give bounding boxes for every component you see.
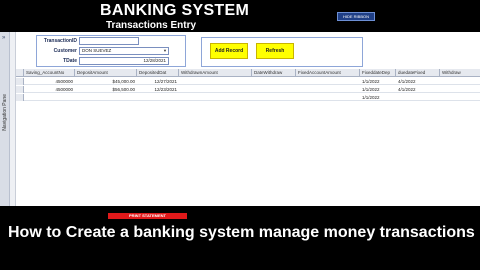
deposited-date-cell[interactable]: 12/27/2021 [137,78,179,85]
action-buttons-group: Add Record Refresh [201,37,363,67]
deposit-cell[interactable] [75,94,137,101]
column-header[interactable]: DateWithdraw [252,69,296,77]
add-record-button[interactable]: Add Record [210,43,248,59]
due-date-cell[interactable] [396,94,440,101]
chevron-right-icon[interactable]: » [2,35,5,41]
deposit-cell[interactable]: $56,500.00 [75,86,137,93]
account-cell[interactable] [24,94,75,101]
withdrawn-cell[interactable] [179,94,252,101]
datasheet-header: Saving_AccountNo DepositAmount Deposited… [16,69,480,77]
transaction-id-label: TransactionID [43,38,77,44]
transaction-id-field[interactable] [79,37,139,45]
tdate-label: TDate [63,58,77,64]
customer-label: Customer [53,48,77,54]
print-statement-button[interactable]: PRINT STATEMENT [108,213,187,219]
column-header[interactable]: Withdraw [440,69,480,77]
date-withdraw-cell[interactable] [252,86,296,93]
fixed-date-cell[interactable]: 1/1/2022 [360,78,396,85]
navigation-pane[interactable]: » Navigation Pane [0,32,10,206]
fixed-amount-cell[interactable] [296,78,360,85]
due-date-cell[interactable]: 4/1/2022 [396,86,440,93]
deposited-date-cell[interactable]: 12/23/2021 [137,86,179,93]
column-header[interactable]: WithdrawnAmount [179,69,252,77]
transactions-datasheet: Saving_AccountNo DepositAmount Deposited… [16,69,480,206]
tdate-field[interactable]: 12/28/2021 [79,57,169,65]
app-title: BANKING SYSTEM [100,2,250,19]
fixed-date-cell[interactable]: 1/1/2022 [360,94,396,101]
chevron-down-icon[interactable]: ▼ [162,48,168,54]
row-selector[interactable] [16,86,24,93]
fixed-amount-cell[interactable] [296,94,360,101]
date-withdraw-cell[interactable] [252,78,296,85]
column-header[interactable]: DepositedDat [137,69,179,77]
fixed-amount-cell[interactable] [296,86,360,93]
column-header[interactable]: FixeddateDep [360,69,396,77]
column-header[interactable]: Saving_AccountNo [24,69,75,77]
table-row[interactable]: 4500000 $45,000.00 12/27/2021 1/1/2022 4… [16,78,480,85]
row-selector[interactable] [16,94,24,101]
withdraw-cell[interactable] [440,86,480,93]
select-all-corner[interactable] [16,69,24,77]
table-row[interactable]: 1/1/2022 [16,94,480,101]
navigation-pane-label: Navigation Pane [2,94,8,131]
app-header: BANKING SYSTEM Transactions Entry HIDE R… [0,0,480,32]
hide-ribbon-button[interactable]: HIDE RIBBON [337,12,375,21]
app-subtitle: Transactions Entry [106,20,197,31]
workspace: » Navigation Pane TransactionID Customer… [0,32,480,206]
customer-value: DON SUEVEZ [82,48,112,53]
column-header[interactable]: FixedAccountAmount [296,69,360,77]
account-cell[interactable]: 4500000 [24,86,75,93]
due-date-cell[interactable]: 4/1/2022 [396,78,440,85]
column-header[interactable]: duedateFixed [396,69,440,77]
column-header[interactable]: DepositAmount [75,69,137,77]
refresh-button[interactable]: Refresh [256,43,294,59]
transaction-fields-group: TransactionID Customer DON SUEVEZ ▼ TDat… [36,35,186,67]
form-header: TransactionID Customer DON SUEVEZ ▼ TDat… [16,32,480,68]
deposited-date-cell[interactable] [137,94,179,101]
fixed-date-cell[interactable]: 1/1/2022 [360,86,396,93]
date-withdraw-cell[interactable] [252,94,296,101]
caption-bar: PRINT STATEMENT How to Create a banking … [0,206,480,270]
deposit-cell[interactable]: $45,000.00 [75,78,137,85]
row-selector[interactable] [16,78,24,85]
video-caption: How to Create a banking system manage mo… [8,224,475,241]
withdraw-cell[interactable] [440,94,480,101]
account-cell[interactable]: 4500000 [24,78,75,85]
table-row[interactable]: 4500000 $56,500.00 12/23/2021 1/1/2022 4… [16,86,480,93]
withdrawn-cell[interactable] [179,78,252,85]
withdraw-cell[interactable] [440,78,480,85]
customer-combo[interactable]: DON SUEVEZ ▼ [79,47,169,55]
withdrawn-cell[interactable] [179,86,252,93]
